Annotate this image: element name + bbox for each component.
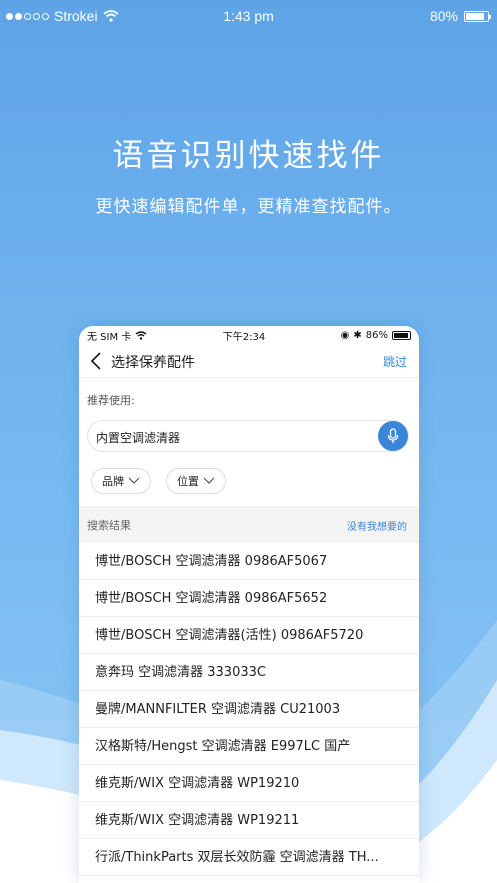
- list-item[interactable]: 行派/ThinkParts 双层长效防霾 空调滤清器 TH...: [79, 839, 419, 876]
- filter-position-label: 位置: [177, 475, 199, 488]
- results-header: 搜索结果 没有我想要的: [79, 506, 419, 543]
- no-match-link[interactable]: 没有我想要的: [347, 518, 407, 533]
- hero-title: 语音识别快速找件: [112, 138, 385, 174]
- search-input[interactable]: 内置空调滤清器: [87, 420, 409, 452]
- list-item[interactable]: 汉格斯特/Hengst 空调滤清器 E997LC 国产: [79, 728, 419, 765]
- list-item[interactable]: 维克斯/WIX 空调滤清器 WP19211: [79, 802, 419, 839]
- filter-brand-label: 品牌: [102, 475, 124, 488]
- microphone-icon: [387, 428, 399, 443]
- battery-percent: 80%: [429, 8, 458, 24]
- phone-battery-icon: [392, 330, 411, 340]
- voice-input-button[interactable]: [378, 421, 408, 451]
- list-item[interactable]: 曼牌/MANNFILTER 空调滤清器 CU21003: [79, 691, 419, 728]
- recommend-label: 推荐使用:: [87, 394, 135, 407]
- phone-lock-rotation-icon: ◉: [340, 329, 350, 341]
- results-list: 博世/BOSCH 空调滤清器 0986AF5067 博世/BOSCH 空调滤清器…: [79, 543, 419, 876]
- phone-mockup: 无 SIM 卡 下午2:34 ◉ ✱ 86% 选择保养配件 跳过 推荐使用: 内…: [79, 326, 419, 883]
- page-title: 选择保养配件: [111, 355, 195, 371]
- phone-nav-bar: 选择保养配件 跳过: [79, 344, 419, 378]
- list-item[interactable]: 博世/BOSCH 空调滤清器 0986AF5067: [79, 543, 419, 580]
- chevron-down-icon: [203, 477, 215, 484]
- filter-position-dropdown[interactable]: 位置: [166, 468, 226, 494]
- chevron-down-icon: [128, 477, 140, 484]
- phone-bluetooth-icon: ✱: [353, 329, 362, 341]
- skip-button[interactable]: 跳过: [383, 353, 407, 370]
- results-label: 搜索结果: [87, 519, 131, 532]
- phone-status-bar: 无 SIM 卡 下午2:34 ◉ ✱ 86%: [79, 326, 419, 344]
- phone-battery-percent: 86%: [365, 329, 388, 341]
- list-item[interactable]: 维克斯/WIX 空调滤清器 WP19210: [79, 765, 419, 802]
- search-value: 内置空调滤清器: [96, 431, 181, 445]
- phone-time: 下午2:34: [222, 331, 266, 343]
- battery-icon: [464, 10, 491, 22]
- list-item[interactable]: 博世/BOSCH 空调滤清器(活性) 0986AF5720: [79, 617, 419, 654]
- status-time: 1:43 pm: [223, 8, 274, 24]
- status-bar: Strokei 1:43 pm 80%: [0, 0, 497, 34]
- phone-wifi-icon: [135, 330, 147, 340]
- back-chevron-icon[interactable]: [87, 350, 107, 372]
- filter-brand-dropdown[interactable]: 品牌: [91, 468, 151, 494]
- phone-sim-status: 无 SIM 卡: [87, 331, 132, 343]
- list-item[interactable]: 意奔玛 空调滤清器 333033C: [79, 654, 419, 691]
- list-item[interactable]: 博世/BOSCH 空调滤清器 0986AF5652: [79, 580, 419, 617]
- hero-subtitle: 更快速编辑配件单，更精准查找配件。: [95, 197, 402, 217]
